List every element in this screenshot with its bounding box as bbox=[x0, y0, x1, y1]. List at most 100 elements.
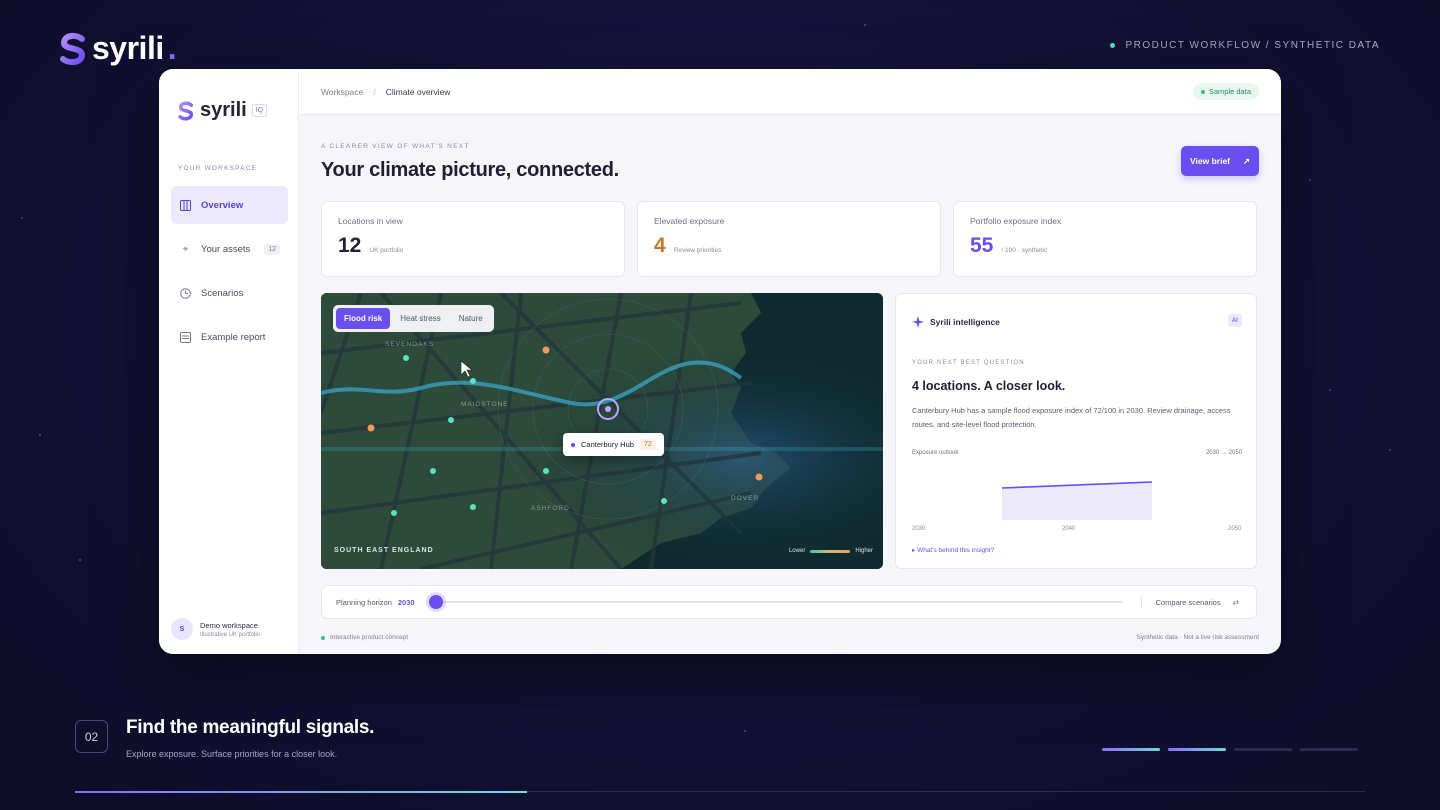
location-tooltip[interactable]: Canterbury Hub 72 bbox=[563, 433, 664, 456]
tab-flood-risk[interactable]: Flood risk bbox=[336, 308, 391, 329]
outlook-tick: 2040 bbox=[1062, 526, 1076, 532]
ai-badge: AI bbox=[1227, 314, 1242, 327]
kpi-label: Locations in view bbox=[338, 216, 403, 226]
town-label: ASHFORD bbox=[531, 505, 570, 512]
footer-right: Synthetic data · Not a live risk assessm… bbox=[1136, 634, 1259, 641]
tag-dot-icon bbox=[1110, 43, 1116, 48]
intel-header: Syrili intelligence bbox=[912, 316, 1000, 328]
slide-title: Find the meaningful signals. bbox=[126, 717, 375, 738]
map-region-label: SOUTH EAST ENGLAND bbox=[334, 547, 434, 554]
assets-count-badge: 12 bbox=[264, 243, 280, 255]
horizon-year: 2030 bbox=[397, 597, 415, 607]
workspace-switcher[interactable]: S Demo workspace Illustrative UK portfol… bbox=[171, 618, 260, 640]
clock-icon bbox=[180, 287, 191, 299]
kpi-value: 55 bbox=[970, 234, 994, 257]
brand-logo[interactable]: syrili. bbox=[58, 30, 177, 67]
swap-icon[interactable]: ⇄ bbox=[1233, 598, 1239, 607]
sidebar-item-label: Your assets bbox=[201, 243, 251, 255]
sidebar-item-overview[interactable]: Overview bbox=[171, 186, 288, 224]
intel-body: Canterbury Hub has a sample flood exposu… bbox=[912, 406, 1231, 429]
page-title: Your climate picture, connected. bbox=[321, 159, 619, 181]
horizon-slider[interactable] bbox=[428, 595, 1123, 609]
concept-dot-icon bbox=[321, 635, 325, 640]
columns-icon bbox=[180, 199, 191, 211]
outlook-tick: 2030 bbox=[912, 526, 926, 532]
tooltip-score-badge: 72 bbox=[639, 439, 656, 450]
outlook-chart: 2030 2040 2050 bbox=[912, 481, 1242, 532]
kpi-sub: Review priorities bbox=[673, 247, 722, 254]
breadcrumb-current: Climate overview bbox=[385, 86, 451, 97]
compare-scenarios-button[interactable]: Compare scenarios bbox=[1156, 598, 1221, 607]
pager-dot[interactable] bbox=[1102, 748, 1160, 751]
workspace-name: Demo workspace bbox=[200, 620, 258, 630]
town-label: MAIDSTONE bbox=[461, 401, 509, 408]
syrili-logo-icon bbox=[60, 32, 86, 65]
status-dot-icon bbox=[1200, 89, 1205, 94]
intel-headline: 4 locations. A closer look. bbox=[912, 379, 1066, 393]
intel-title: Syrili intelligence bbox=[930, 317, 1000, 327]
slide-subtitle: Explore exposure. Surface priorities for… bbox=[126, 749, 338, 759]
main-content: Workspace / Climate overview Sample data… bbox=[299, 69, 1281, 654]
map-legend: Lower Higher bbox=[789, 548, 873, 554]
breadcrumb-root[interactable]: Workspace bbox=[321, 87, 363, 97]
avatar: S bbox=[171, 618, 193, 640]
map-canvas bbox=[321, 293, 883, 569]
sidebar-item-example-report[interactable]: Example report bbox=[171, 318, 288, 356]
tooltip-location-name: Canterbury Hub bbox=[581, 440, 634, 449]
footer-left: Interactive product concept bbox=[321, 634, 408, 641]
risk-map[interactable]: SEVENOAKS MAIDSTONE ASHFORD DOVER Flood … bbox=[321, 293, 883, 569]
status-badge: Sample data bbox=[1192, 83, 1259, 100]
external-link-icon: ↗ bbox=[1242, 155, 1250, 166]
kpi-card-locations: Locations in view 12 UK portfolio bbox=[321, 201, 625, 277]
view-brief-button[interactable]: View brief ↗ bbox=[1181, 146, 1259, 176]
brand-dot: . bbox=[167, 30, 177, 66]
sidebar-item-scenarios[interactable]: Scenarios bbox=[171, 274, 288, 312]
kpi-value: 12 bbox=[338, 234, 362, 257]
kpi-card-exposure-index: Portfolio exposure index 55 / 100 · synt… bbox=[953, 201, 1257, 277]
slide-progress bbox=[75, 791, 1365, 793]
tab-nature[interactable]: Nature bbox=[451, 308, 491, 329]
slider-handle[interactable] bbox=[428, 595, 443, 609]
legend-low-label: Lower bbox=[788, 548, 806, 554]
tooltip-dot-icon bbox=[571, 442, 575, 447]
topbar: Workspace / Climate overview Sample data bbox=[299, 69, 1281, 115]
view-brief-label: View brief bbox=[1190, 156, 1230, 166]
sidebar-item-label: Example report bbox=[201, 331, 266, 343]
pager-dot[interactable] bbox=[1168, 748, 1226, 751]
breadcrumb-separator: / bbox=[373, 86, 376, 97]
sidebar-item-label: Scenarios bbox=[201, 287, 244, 299]
kpi-sub: / 100 · synthetic bbox=[1001, 247, 1048, 254]
pager-dot[interactable] bbox=[1234, 748, 1292, 751]
tab-heat-stress[interactable]: Heat stress bbox=[392, 308, 448, 329]
pin-icon: ⌖ bbox=[182, 243, 189, 255]
sidebar: syrili IQ YOUR WORKSPACE Overview ⌖ Your… bbox=[159, 69, 299, 654]
kpi-cards: Locations in view 12 UK portfolio Elevat… bbox=[321, 201, 1257, 277]
pager-dot[interactable] bbox=[1300, 748, 1358, 751]
intelligence-panel: Syrili intelligence AI YOUR NEXT BEST QU… bbox=[895, 293, 1257, 569]
kpi-card-elevated-exposure: Elevated exposure 4 Review priorities bbox=[637, 201, 941, 277]
kpi-label: Portfolio exposure index bbox=[970, 216, 1062, 226]
sidebar-logo[interactable]: syrili IQ bbox=[177, 99, 268, 122]
legend-high-label: Higher bbox=[855, 548, 873, 554]
town-label: SEVENOAKS bbox=[385, 341, 435, 348]
horizon-label: Planning horizon bbox=[336, 597, 392, 607]
status-badge-label: Sample data bbox=[1208, 87, 1251, 96]
sidebar-item-label: Overview bbox=[201, 199, 244, 211]
outlook-tick: 2050 bbox=[1228, 526, 1242, 532]
logo-badge: IQ bbox=[251, 104, 268, 117]
outlook-range: 2030 → 2050 bbox=[1205, 450, 1242, 456]
planning-horizon-bar: Planning horizon 2030 Compare scenarios … bbox=[321, 585, 1257, 619]
top-tag-text: PRODUCT WORKFLOW / SYNTHETIC DATA bbox=[1125, 40, 1380, 51]
town-label: DOVER bbox=[731, 495, 760, 502]
brand-name: syrili bbox=[92, 30, 164, 66]
step-number: 02 bbox=[75, 720, 108, 753]
sidebar-item-your-assets[interactable]: ⌖ Your assets 12 bbox=[171, 230, 288, 268]
footer-left-text: Interactive product concept bbox=[330, 634, 409, 641]
page-eyebrow: A CLEARER VIEW OF WHAT'S NEXT bbox=[321, 143, 470, 150]
legend-gradient-bar bbox=[810, 549, 851, 553]
map-layer-tabs: Flood risk Heat stress Nature bbox=[333, 305, 494, 332]
sparkle-icon bbox=[912, 316, 924, 328]
kpi-sub: UK portfolio bbox=[369, 247, 404, 254]
top-tag: PRODUCT WORKFLOW / SYNTHETIC DATA bbox=[1110, 40, 1380, 51]
insight-link[interactable]: ▸ What's behind this insight? bbox=[912, 546, 994, 554]
